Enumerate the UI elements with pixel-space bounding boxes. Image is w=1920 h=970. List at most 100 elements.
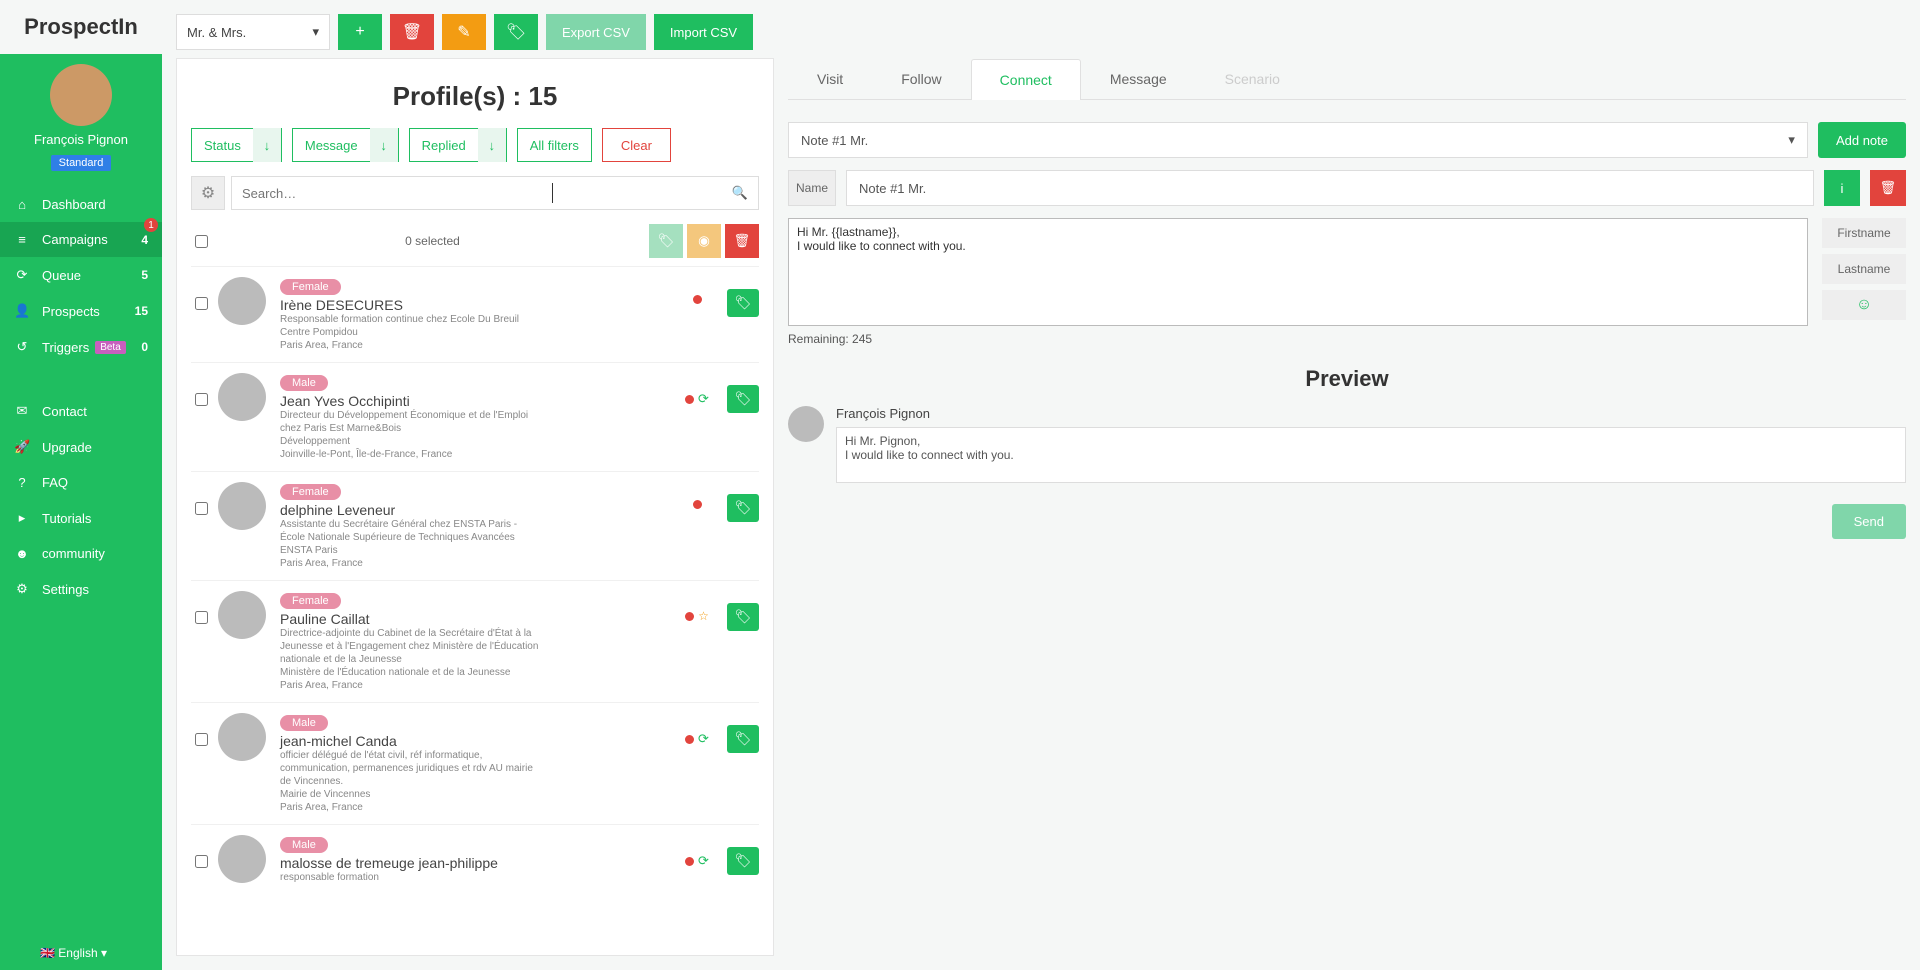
profile-checkbox[interactable] (195, 393, 208, 406)
nav-settings[interactable]: ⚙Settings (0, 571, 162, 607)
profile-tag-button[interactable]: 🏷 (727, 494, 759, 522)
filter-replied[interactable]: Replied↓ (409, 128, 507, 162)
status-dot-icon (685, 395, 694, 404)
mail-icon: ✉ (14, 403, 30, 419)
note-dropdown[interactable]: Note #1 Mr. ▾ (788, 122, 1808, 158)
profile-row[interactable]: FemaleIrène DESECURESResponsable formati… (191, 266, 759, 362)
profile-tag-button[interactable]: 🏷 (727, 289, 759, 317)
globe-icon: ☻ (14, 546, 30, 561)
delete-note-button[interactable]: 🗑 (1870, 170, 1906, 206)
profile-status: ⟳ (667, 853, 727, 869)
nav-label: FAQ (42, 475, 68, 490)
tab-connect[interactable]: Connect (971, 59, 1081, 100)
insert-lastname-button[interactable]: Lastname (1822, 254, 1906, 284)
tab-message[interactable]: Message (1081, 58, 1196, 99)
export-csv-button[interactable]: Export CSV (546, 14, 646, 50)
filter-label: Status (204, 138, 241, 153)
note-name-input[interactable] (846, 170, 1814, 206)
question-icon: ? (14, 475, 30, 490)
add-note-button[interactable]: Add note (1818, 122, 1906, 158)
tag-icon: 🏷 (735, 609, 752, 624)
profile-checkbox[interactable] (195, 502, 208, 515)
nav-upgrade[interactable]: 🚀Upgrade (0, 429, 162, 465)
tag-button[interactable]: 🏷 (494, 14, 538, 50)
insert-firstname-button[interactable]: Firstname (1822, 218, 1906, 248)
profile-checkbox[interactable] (195, 855, 208, 868)
profile-name: Jean Yves Occhipinti (280, 393, 667, 409)
tab-follow[interactable]: Follow (872, 58, 970, 99)
status-dot-icon (685, 612, 694, 621)
bulk-tag-button[interactable]: 🏷 (649, 224, 683, 258)
search-input[interactable] (242, 186, 732, 201)
chevron-down-icon: ↓ (370, 128, 398, 162)
filter-message[interactable]: Message↓ (292, 128, 399, 162)
profile-avatar (218, 591, 266, 639)
nav-label: Prospects (42, 304, 100, 319)
emoji-button[interactable]: ☺ (1822, 290, 1906, 320)
profile-row[interactable]: Malemalosse de tremeuge jean-philipperes… (191, 824, 759, 894)
circle-icon: ◉ (698, 233, 710, 249)
profile-tag-button[interactable]: 🏷 (727, 603, 759, 631)
campaign-dropdown[interactable]: Mr. & Mrs.▾ (176, 14, 330, 50)
char-remaining: Remaining: 245 (788, 332, 1906, 346)
bulk-delete-button[interactable]: 🗑 (725, 224, 759, 258)
nav-queue[interactable]: ⟳Queue5 (0, 257, 162, 293)
dropdown-value: Note #1 Mr. (801, 133, 868, 148)
name-field-label: Name (788, 170, 836, 206)
profile-status (667, 295, 727, 304)
search-icon: 🔍 (732, 185, 748, 201)
add-button[interactable]: + (338, 14, 382, 50)
profile-row[interactable]: FemalePauline CaillatDirectrice-adjointe… (191, 580, 759, 702)
delete-button[interactable]: 🗑 (390, 14, 434, 50)
tab-scenario: Scenario (1196, 58, 1309, 99)
send-button[interactable]: Send (1832, 504, 1906, 539)
search-settings[interactable]: ⚙ (191, 176, 225, 210)
status-dot-icon (685, 735, 694, 744)
filter-all[interactable]: All filters (517, 128, 592, 162)
profile-description: Assistante du Secrétaire Général chez EN… (280, 518, 540, 570)
profile-tag-button[interactable]: 🏷 (727, 847, 759, 875)
nav-triggers[interactable]: ↺TriggersBeta0 (0, 329, 162, 365)
chevron-down-icon: ▾ (1788, 132, 1795, 148)
refresh-icon: ⟳ (698, 853, 709, 869)
bulk-action-button[interactable]: ◉ (687, 224, 721, 258)
info-button[interactable]: i (1824, 170, 1860, 206)
select-all-checkbox[interactable] (195, 235, 208, 248)
nav-prospects[interactable]: 👤Prospects15 (0, 293, 162, 329)
nav-count: 15 (135, 304, 148, 318)
note-body-textarea[interactable] (788, 218, 1808, 326)
plus-icon: + (355, 23, 364, 41)
tag-icon: 🏷 (735, 731, 752, 746)
profile-checkbox[interactable] (195, 297, 208, 310)
tab-visit[interactable]: Visit (788, 58, 872, 99)
import-csv-button[interactable]: Import CSV (654, 14, 753, 50)
clear-button[interactable]: Clear (602, 128, 671, 162)
nav-label: Campaigns (42, 232, 108, 247)
gender-badge: Male (280, 715, 328, 731)
star-icon: ☆ (698, 609, 709, 623)
nav-faq[interactable]: ? FAQ (0, 465, 162, 500)
nav-campaigns[interactable]: ≡Campaigns41 (0, 222, 162, 257)
tag-icon: 🏷 (735, 391, 752, 406)
gear-icon: ⚙ (14, 581, 30, 597)
nav-tutorials[interactable]: ▸Tutorials (0, 500, 162, 536)
chevron-down-icon: ▾ (312, 24, 319, 40)
profile-checkbox[interactable] (195, 611, 208, 624)
profile-row[interactable]: MaleJean Yves OcchipintiDirecteur du Dév… (191, 362, 759, 471)
profiles-title: Profile(s) : 15 (191, 81, 759, 112)
nav-community[interactable]: ☻community (0, 536, 162, 571)
profile-description: Responsable formation continue chez Ecol… (280, 313, 540, 352)
edit-button[interactable]: ✎ (442, 14, 486, 50)
nav-contact[interactable]: ✉Contact (0, 393, 162, 429)
nav-dashboard[interactable]: ⌂Dashboard (0, 187, 162, 222)
profile-row[interactable]: Femaledelphine LeveneurAssistante du Sec… (191, 471, 759, 580)
language-selector[interactable]: 🇬🇧 English ▾ (0, 936, 162, 970)
chevron-down-icon: ↓ (253, 128, 281, 162)
profile-checkbox[interactable] (195, 733, 208, 746)
filter-status[interactable]: Status ↓ (191, 128, 282, 162)
profile-tag-button[interactable]: 🏷 (727, 725, 759, 753)
refresh-icon: ⟳ (698, 731, 709, 747)
profile-tag-button[interactable]: 🏷 (727, 385, 759, 413)
profile-row[interactable]: Malejean-michel Candaofficier délégué de… (191, 702, 759, 824)
status-dot-icon (685, 857, 694, 866)
